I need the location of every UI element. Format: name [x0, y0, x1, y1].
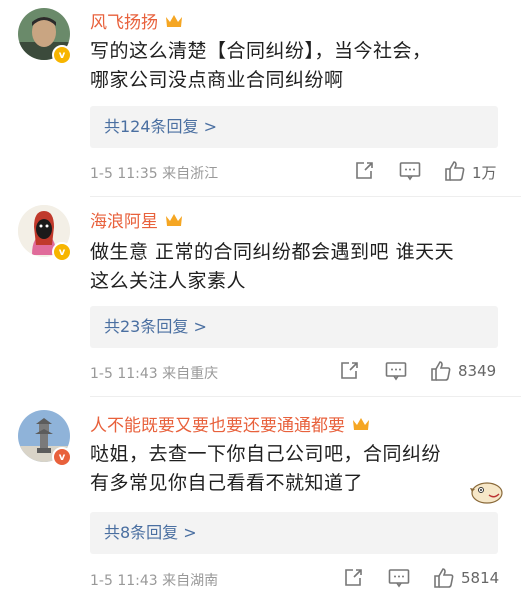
crown-icon: [164, 13, 184, 29]
share-icon[interactable]: [339, 361, 359, 385]
divider: [90, 396, 521, 397]
username[interactable]: 风飞扬扬: [90, 8, 184, 33]
username[interactable]: 海浪阿星: [90, 207, 184, 232]
share-icon[interactable]: [343, 568, 363, 592]
divider: [90, 196, 521, 197]
replies-link[interactable]: 共124条回复 >: [90, 106, 498, 148]
comment-meta: 1-5 11:43 来自重庆: [90, 366, 219, 382]
like-count: 1万: [472, 164, 497, 182]
crown-icon: [351, 416, 371, 432]
comment-text: 做生意 正常的合同纠纷都会遇到吧 谁天天 这么关注人家素人: [90, 241, 455, 292]
comment-icon[interactable]: [388, 568, 410, 592]
comment-icon[interactable]: [385, 361, 407, 385]
share-icon[interactable]: [354, 161, 374, 185]
like-count: 5814: [461, 569, 500, 587]
verified-badge-icon: v: [52, 242, 72, 262]
like-icon[interactable]: [444, 160, 466, 186]
emoji-sticker-icon: [469, 478, 505, 510]
comment-icon[interactable]: [399, 161, 421, 185]
like-icon[interactable]: [430, 360, 452, 386]
like-count: 8349: [458, 362, 497, 380]
verified-badge-icon: v: [52, 45, 72, 65]
comment-text: 写的这么清楚【合同纠纷】，当今社会， 哪家公司没点商业合同纠纷啊: [90, 40, 432, 91]
comment-text: 哒姐，去查一下你自己公司吧，合同纠纷 有多常见你自己看看不就知道了: [90, 443, 442, 494]
comment-meta: 1-5 11:35 来自浙江: [90, 166, 219, 182]
replies-link[interactable]: 共8条回复 >: [90, 512, 498, 554]
replies-link[interactable]: 共23条回复 >: [90, 306, 498, 348]
crown-icon: [164, 212, 184, 228]
like-icon[interactable]: [433, 567, 455, 593]
comment-meta: 1-5 11:43 来自湖南: [90, 573, 219, 589]
verified-badge-icon: v: [52, 447, 72, 467]
username[interactable]: 人不能既要又要也要还要通通都要: [90, 411, 371, 436]
